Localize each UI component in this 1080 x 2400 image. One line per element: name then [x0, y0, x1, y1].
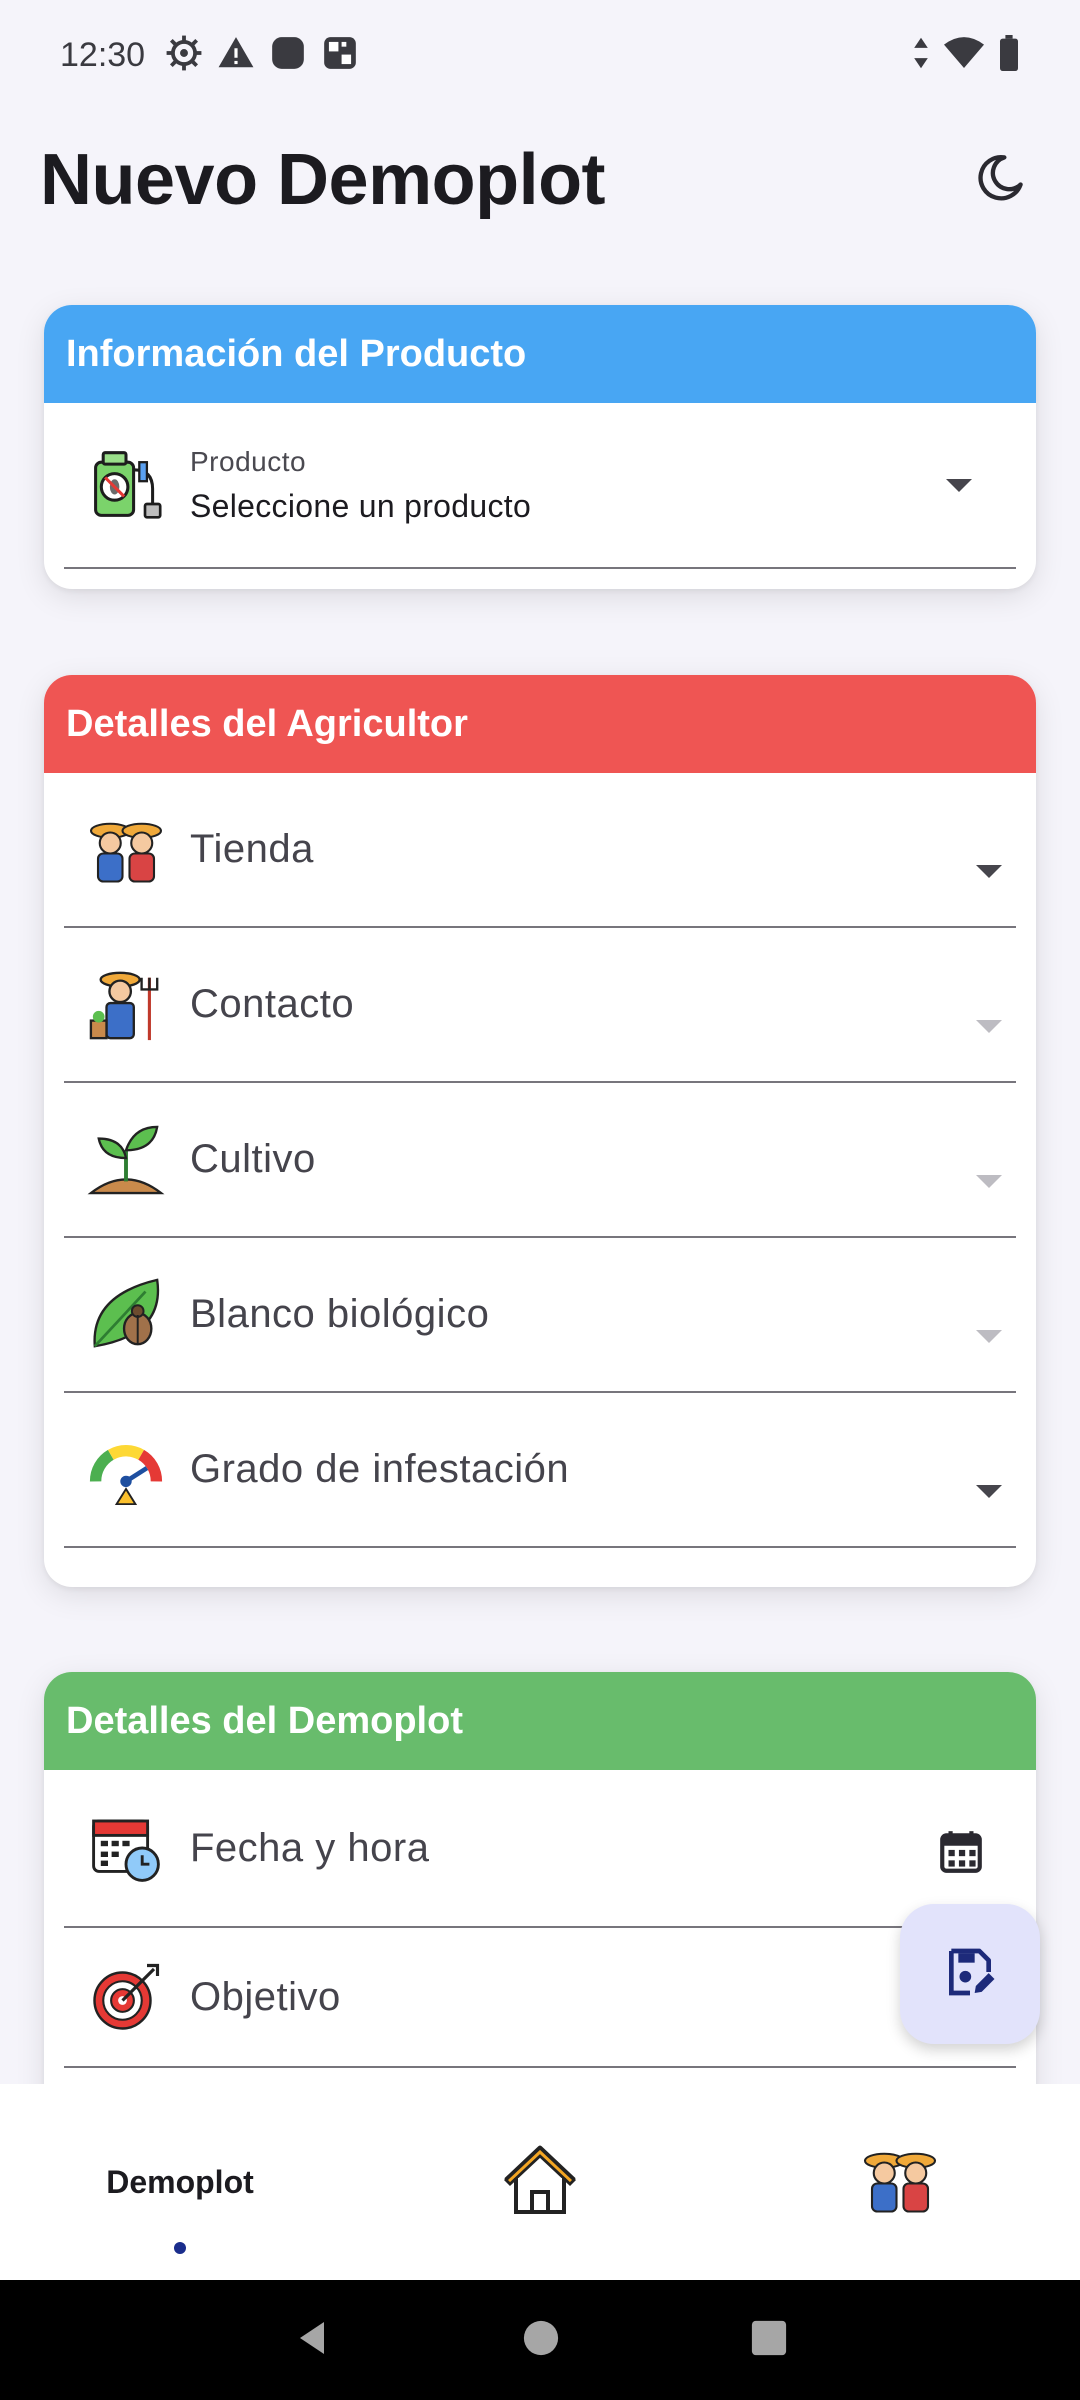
warning-icon — [217, 34, 255, 77]
store-dropdown[interactable]: Tienda — [64, 773, 1016, 928]
home-circle-icon[interactable] — [522, 2319, 560, 2362]
chevron-down-icon — [976, 865, 1002, 878]
bottom-navigation: Demoplot — [0, 2084, 1080, 2280]
infestation-degree-label: Grado de infestación — [190, 1447, 570, 1491]
data-arrows-icon — [912, 36, 930, 75]
save-fab-button[interactable] — [900, 1904, 1040, 2044]
objective-field[interactable]: Objetivo — [64, 1928, 1016, 2068]
contact-dropdown[interactable]: Contacto — [64, 928, 1016, 1083]
farmer-card-header: Detalles del Agricultor — [44, 675, 1036, 773]
recents-icon[interactable] — [750, 2319, 788, 2362]
nav-item-demoplot[interactable]: Demoplot — [0, 2084, 360, 2280]
product-card-header: Información del Producto — [44, 305, 1036, 403]
home-icon — [500, 2140, 580, 2225]
sprout-icon — [86, 1120, 166, 1200]
date-time-field[interactable]: Fecha y hora — [64, 1770, 1016, 1928]
infestation-degree-dropdown[interactable]: Grado de infestación — [64, 1393, 1016, 1548]
chevron-down-icon — [976, 1330, 1002, 1343]
back-icon[interactable] — [292, 2318, 332, 2363]
farmer-card: Detalles del Agricultor Tienda Contacto … — [44, 675, 1036, 1587]
demoplot-card-header: Detalles del Demoplot — [44, 1672, 1036, 1770]
chevron-down-icon — [976, 1020, 1002, 1033]
status-icons-left — [165, 34, 359, 77]
sprayer-icon — [86, 445, 166, 525]
target-icon — [86, 1957, 166, 2037]
settings-icon — [165, 34, 203, 77]
wifi-icon — [944, 36, 984, 75]
chevron-down-icon — [976, 1175, 1002, 1188]
system-navigation-bar — [0, 2280, 1080, 2400]
product-field-text: Producto Seleccione un producto — [190, 446, 531, 525]
date-time-label: Fecha y hora — [190, 1825, 430, 1870]
nav-item-farmers[interactable] — [720, 2084, 1080, 2280]
farmers-icon — [861, 2145, 939, 2220]
chevron-down-icon — [946, 479, 972, 492]
app-grid-icon — [321, 34, 359, 77]
moon-icon — [974, 152, 1026, 209]
gauge-icon — [86, 1430, 166, 1510]
farmer-icon — [86, 965, 166, 1045]
farmers-icon — [86, 810, 166, 890]
active-indicator — [174, 2242, 186, 2254]
nav-label-demoplot: Demoplot — [106, 2163, 254, 2200]
contact-label: Contacto — [190, 982, 355, 1026]
biological-target-label: Blanco biológico — [190, 1292, 490, 1336]
status-time: 12:30 — [60, 35, 146, 74]
demoplot-card: Detalles del Demoplot Fecha y hora Objet… — [44, 1672, 1036, 2112]
crop-dropdown[interactable]: Cultivo — [64, 1083, 1016, 1238]
product-card: Información del Producto Producto Selecc… — [44, 305, 1036, 589]
save-edit-icon — [942, 1944, 998, 2005]
page-title: Nuevo Demoplot — [40, 140, 606, 220]
store-label: Tienda — [190, 827, 314, 871]
battery-icon — [998, 34, 1020, 76]
pest-leaf-icon — [86, 1275, 166, 1355]
product-field-label: Producto — [190, 445, 307, 477]
objective-label: Objetivo — [190, 1974, 341, 2019]
product-dropdown[interactable]: Producto Seleccione un producto — [64, 403, 1016, 569]
app-bar: Nuevo Demoplot — [40, 130, 1040, 230]
status-bar: 12:30 — [0, 0, 1080, 110]
product-section-title: Información del Producto — [66, 332, 527, 375]
demoplot-section-title: Detalles del Demoplot — [66, 1699, 463, 1742]
crop-label: Cultivo — [190, 1137, 316, 1181]
product-field-value: Seleccione un producto — [190, 487, 532, 524]
calendar-icon[interactable] — [936, 1826, 986, 1883]
theme-toggle-button[interactable] — [960, 140, 1040, 220]
chevron-down-icon — [976, 1485, 1002, 1498]
nav-item-home[interactable] — [360, 2084, 720, 2280]
biological-target-dropdown[interactable]: Blanco biológico — [64, 1238, 1016, 1393]
app-icon — [269, 34, 307, 77]
farmer-section-title: Detalles del Agricultor — [66, 702, 468, 745]
calendar-clock-icon — [86, 1808, 166, 1888]
status-icons-right — [912, 34, 1020, 76]
